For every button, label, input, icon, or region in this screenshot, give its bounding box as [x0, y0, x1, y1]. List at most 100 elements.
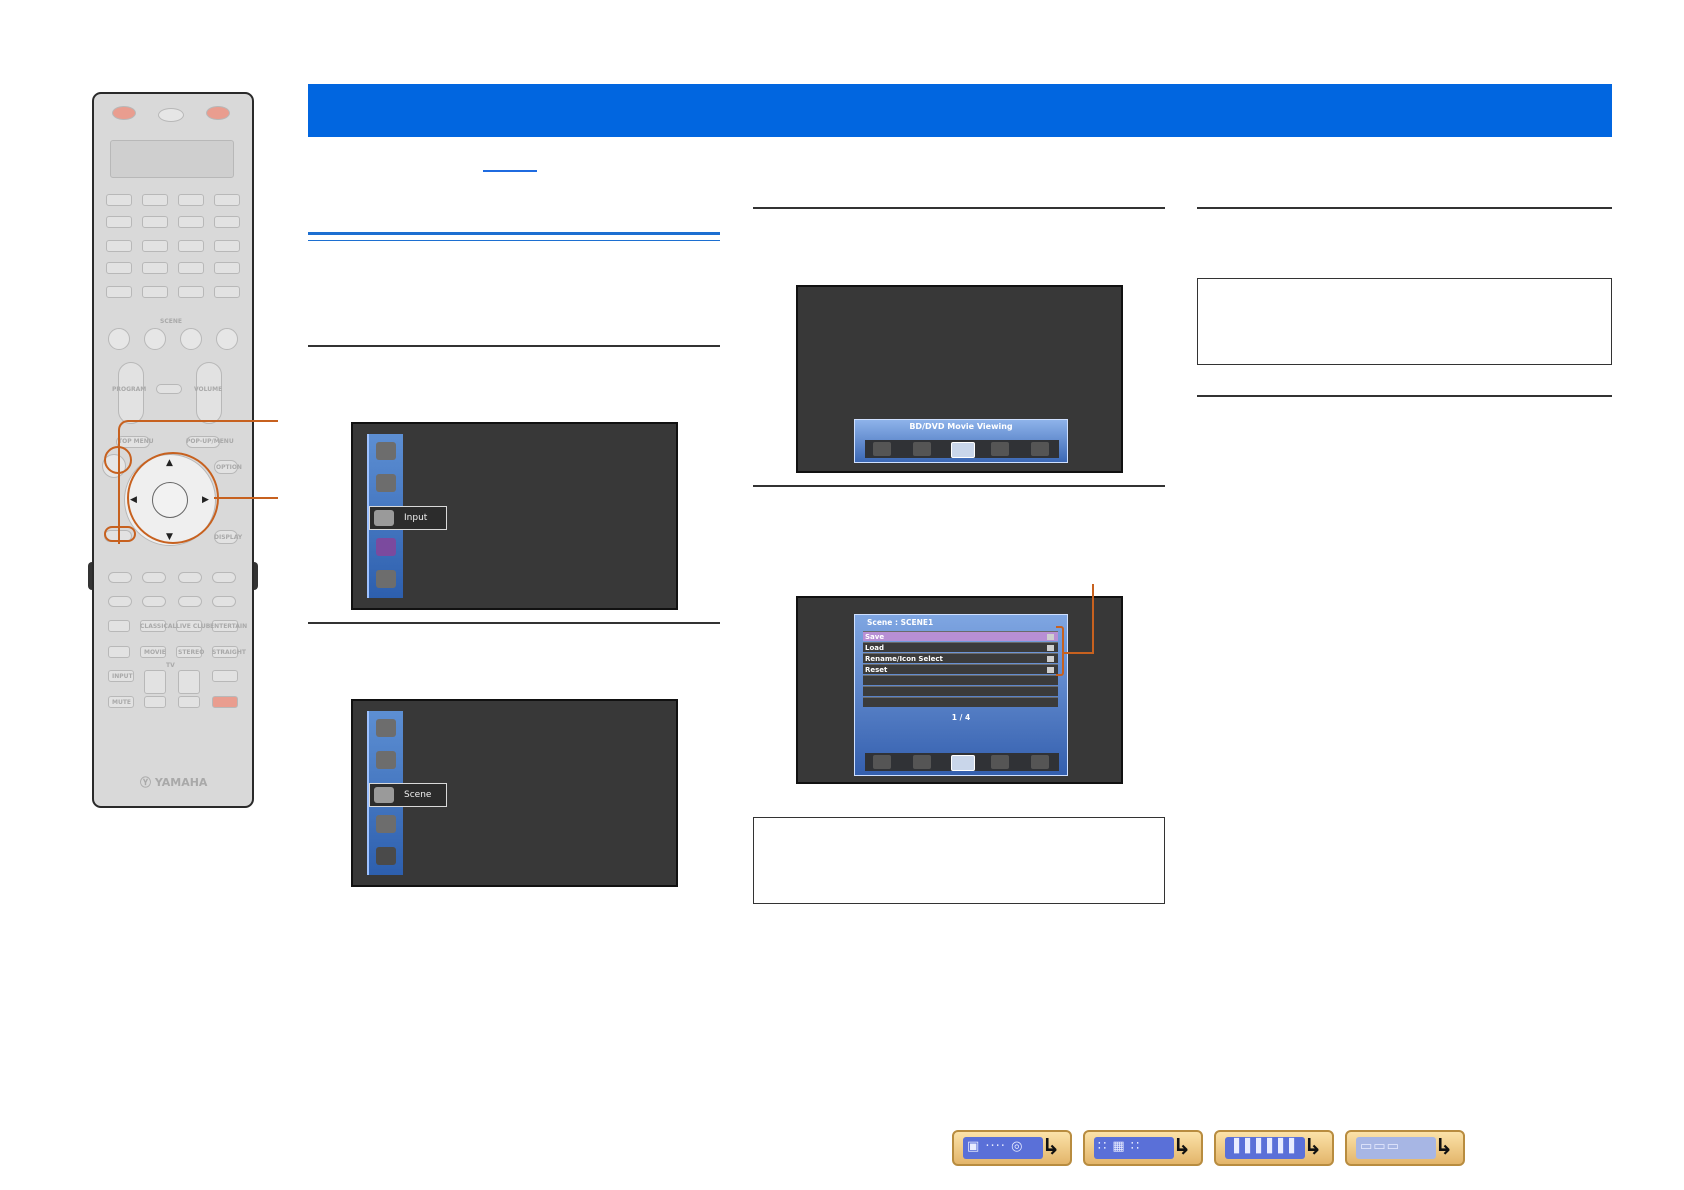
option-enter-icon	[1047, 645, 1054, 651]
movie-label: MOVIE	[144, 649, 166, 656]
front-display-icon: ▐▐▐▐▐▐	[1225, 1137, 1305, 1159]
arrow-icon: ↳	[1172, 1135, 1191, 1160]
remote-key	[214, 194, 240, 206]
header-bar	[308, 84, 1612, 137]
step-rule-6	[1197, 395, 1612, 397]
scene-icon	[1031, 755, 1049, 769]
scene-icons-row	[865, 440, 1059, 458]
step-rule-2	[308, 622, 720, 624]
menu-selected-input: Input	[369, 506, 447, 530]
arrow-icon: ↳	[1434, 1135, 1453, 1160]
section-rule-blue	[308, 232, 720, 235]
live-club-label: LIVE CLUB	[176, 623, 211, 630]
scene-icon	[913, 442, 931, 456]
option-enter-icon	[1047, 656, 1054, 662]
source-button	[158, 108, 184, 122]
tv-channel-rocker	[178, 670, 200, 694]
nav-front-panel-button[interactable]: ▣ ···· ◎ ↳	[952, 1130, 1072, 1166]
scene-options-page: 1 / 4	[951, 713, 971, 722]
remote-key	[214, 216, 240, 228]
menu-icon	[376, 847, 396, 865]
scene-label: SCENE	[160, 318, 182, 325]
rear-panel-icon: ∷ ▦ ∷	[1094, 1137, 1174, 1159]
straight-label: STRAIGHT	[212, 649, 246, 656]
remote-key	[178, 696, 200, 708]
transport-key	[212, 596, 236, 607]
menu-icon	[376, 538, 396, 556]
remote-key	[106, 216, 132, 228]
stereo-label: STEREO	[178, 649, 205, 656]
mute-button	[156, 384, 182, 394]
scene-bar-panel: BD/DVD Movie Viewing	[854, 419, 1068, 463]
remote-key	[142, 194, 168, 206]
step-rule-3	[753, 207, 1165, 209]
power-button-right	[206, 106, 230, 120]
tv-power-button	[212, 696, 238, 708]
page-link[interactable]	[483, 170, 537, 172]
scene-icon	[991, 442, 1009, 456]
tv-input-label: INPUT	[112, 673, 133, 680]
menu-selected-label: Scene	[404, 790, 432, 800]
step-rule-1	[308, 345, 720, 347]
option-enter-icon	[1047, 634, 1054, 640]
scene-option-load: Load	[863, 642, 1058, 652]
scene-options-panel: Scene : SCENE1 Save Load Rename/Icon Sel…	[854, 614, 1068, 776]
note-box-right	[1197, 278, 1612, 365]
tv-volume-rocker	[144, 670, 166, 694]
callout-line-cursor	[214, 497, 278, 499]
scene-option-empty	[863, 686, 1058, 696]
remote-key	[178, 194, 204, 206]
options-bracket	[1056, 626, 1064, 676]
remote-key	[142, 262, 168, 274]
scene-icon	[374, 787, 394, 803]
nav-rear-panel-button[interactable]: ∷ ▦ ∷ ↳	[1083, 1130, 1203, 1166]
menu-icon	[376, 751, 396, 769]
menu-icon	[376, 474, 396, 492]
callout-bracket	[118, 420, 278, 544]
remote-key	[178, 216, 204, 228]
input-icon	[374, 510, 394, 526]
scene-icon	[991, 755, 1009, 769]
volume-label: VOLUME	[194, 386, 223, 393]
tv-label: TV	[166, 662, 175, 669]
power-button-left	[112, 106, 136, 120]
scene-button-2	[144, 328, 166, 350]
nav-front-display-button[interactable]: ▐▐▐▐▐▐ ↳	[1214, 1130, 1334, 1166]
scene-options-header: Scene : SCENE1	[867, 618, 934, 627]
transport-key	[212, 572, 236, 583]
yamaha-logo: Ⓨ YAMAHA	[140, 776, 208, 789]
nav-remote-control-button[interactable]: ▭▭▭ ↳	[1345, 1130, 1465, 1166]
remote-key	[106, 262, 132, 274]
transport-key	[142, 572, 166, 583]
scene-button-1	[108, 328, 130, 350]
scene-bar-title: BD/DVD Movie Viewing	[909, 422, 1013, 431]
remote-key	[214, 240, 240, 252]
remote-key	[108, 620, 130, 632]
remote-control-icon: ▭▭▭	[1356, 1137, 1436, 1159]
menu-icon	[376, 719, 396, 737]
remote-key	[142, 286, 168, 298]
entertain-label: ENTERTAIN	[210, 623, 248, 630]
menu-selected-label: Input	[404, 513, 428, 523]
scene-option-reset: Reset	[863, 664, 1058, 674]
front-panel-icon: ▣ ···· ◎	[963, 1137, 1043, 1159]
step-rule-4	[753, 485, 1165, 487]
remote-key	[178, 286, 204, 298]
option-enter-icon	[1047, 667, 1054, 673]
remote-key	[142, 216, 168, 228]
scene-icon	[1031, 442, 1049, 456]
remote-key	[214, 286, 240, 298]
remote-key	[214, 262, 240, 274]
menu-icon	[376, 570, 396, 588]
scene-icon-selected	[951, 755, 975, 771]
options-callout-vertical	[1092, 584, 1094, 654]
remote-key	[106, 286, 132, 298]
scene-bar-screen: BD/DVD Movie Viewing	[796, 285, 1123, 473]
menu-icon	[376, 815, 396, 833]
scene-button-3	[180, 328, 202, 350]
scene-option-save: Save	[863, 631, 1058, 641]
tv-mute-label: MUTE	[112, 699, 132, 706]
remote-key	[108, 646, 130, 658]
scene-option-empty	[863, 675, 1058, 685]
program-label: PROGRAM	[112, 386, 147, 393]
